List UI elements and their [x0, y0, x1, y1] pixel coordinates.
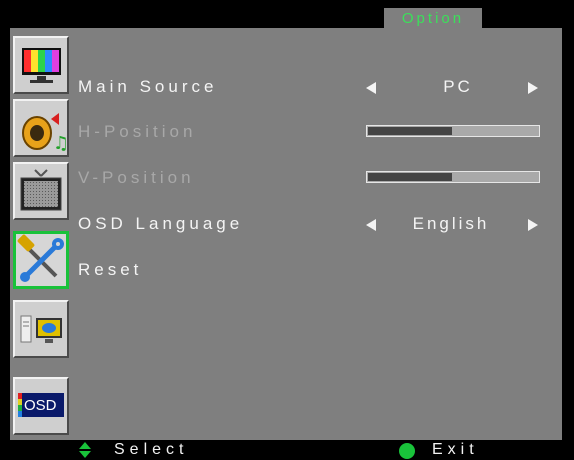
exit-button-icon	[399, 443, 415, 459]
sidebar-item-pc[interactable]	[13, 300, 69, 358]
v-position-slider	[366, 171, 540, 183]
h-position-label: H-Position	[78, 122, 197, 141]
menu-row-v-position: V-Position	[78, 163, 562, 193]
menu-row-reset[interactable]: Reset	[78, 255, 562, 285]
menu-row-osd-language[interactable]: OSD Language English	[78, 209, 562, 239]
osd-icon-label: OSD	[24, 397, 57, 414]
tools-icon	[17, 234, 64, 282]
select-hint: Select	[114, 441, 189, 458]
sidebar: ♫ OSD	[10, 28, 70, 440]
color-bars-icon	[22, 48, 61, 83]
main-source-label: Main Source	[78, 77, 218, 96]
up-down-arrows-icon	[79, 442, 91, 458]
footer-bar: Select Exit	[0, 440, 574, 460]
menu-row-main-source[interactable]: Main Source PC	[78, 72, 562, 102]
screen-icon	[20, 169, 62, 211]
osd-language-left-arrow-icon[interactable]	[366, 219, 376, 231]
exit-hint: Exit	[432, 441, 479, 458]
osd-language-value: English	[412, 214, 490, 233]
main-source-right-arrow-icon[interactable]	[528, 82, 538, 94]
main-source-left-arrow-icon[interactable]	[366, 82, 376, 94]
main-source-value: PC	[443, 77, 473, 96]
header-bar: Option	[0, 0, 574, 28]
menu-row-h-position: H-Position	[78, 117, 562, 147]
sidebar-item-option[interactable]	[13, 231, 69, 289]
v-position-label: V-Position	[78, 168, 195, 187]
h-position-slider-fill	[368, 127, 452, 135]
pc-icon	[20, 315, 62, 343]
h-position-slider	[366, 125, 540, 137]
osd-language-label: OSD Language	[78, 214, 244, 233]
svg-text:♫: ♫	[53, 133, 67, 154]
sidebar-item-picture[interactable]	[13, 36, 69, 94]
sidebar-item-osd[interactable]: OSD	[13, 377, 69, 435]
page-title: Option	[384, 8, 482, 28]
v-position-slider-fill	[368, 173, 452, 181]
osd-language-right-arrow-icon[interactable]	[528, 219, 538, 231]
osd-screen: Option ♫ OSD Main Source PC H-Position V…	[0, 0, 574, 460]
sidebar-item-screen[interactable]	[13, 162, 69, 220]
audio-icon: ♫	[22, 113, 67, 154]
sidebar-item-audio[interactable]: ♫	[13, 99, 69, 157]
reset-label: Reset	[78, 260, 143, 279]
